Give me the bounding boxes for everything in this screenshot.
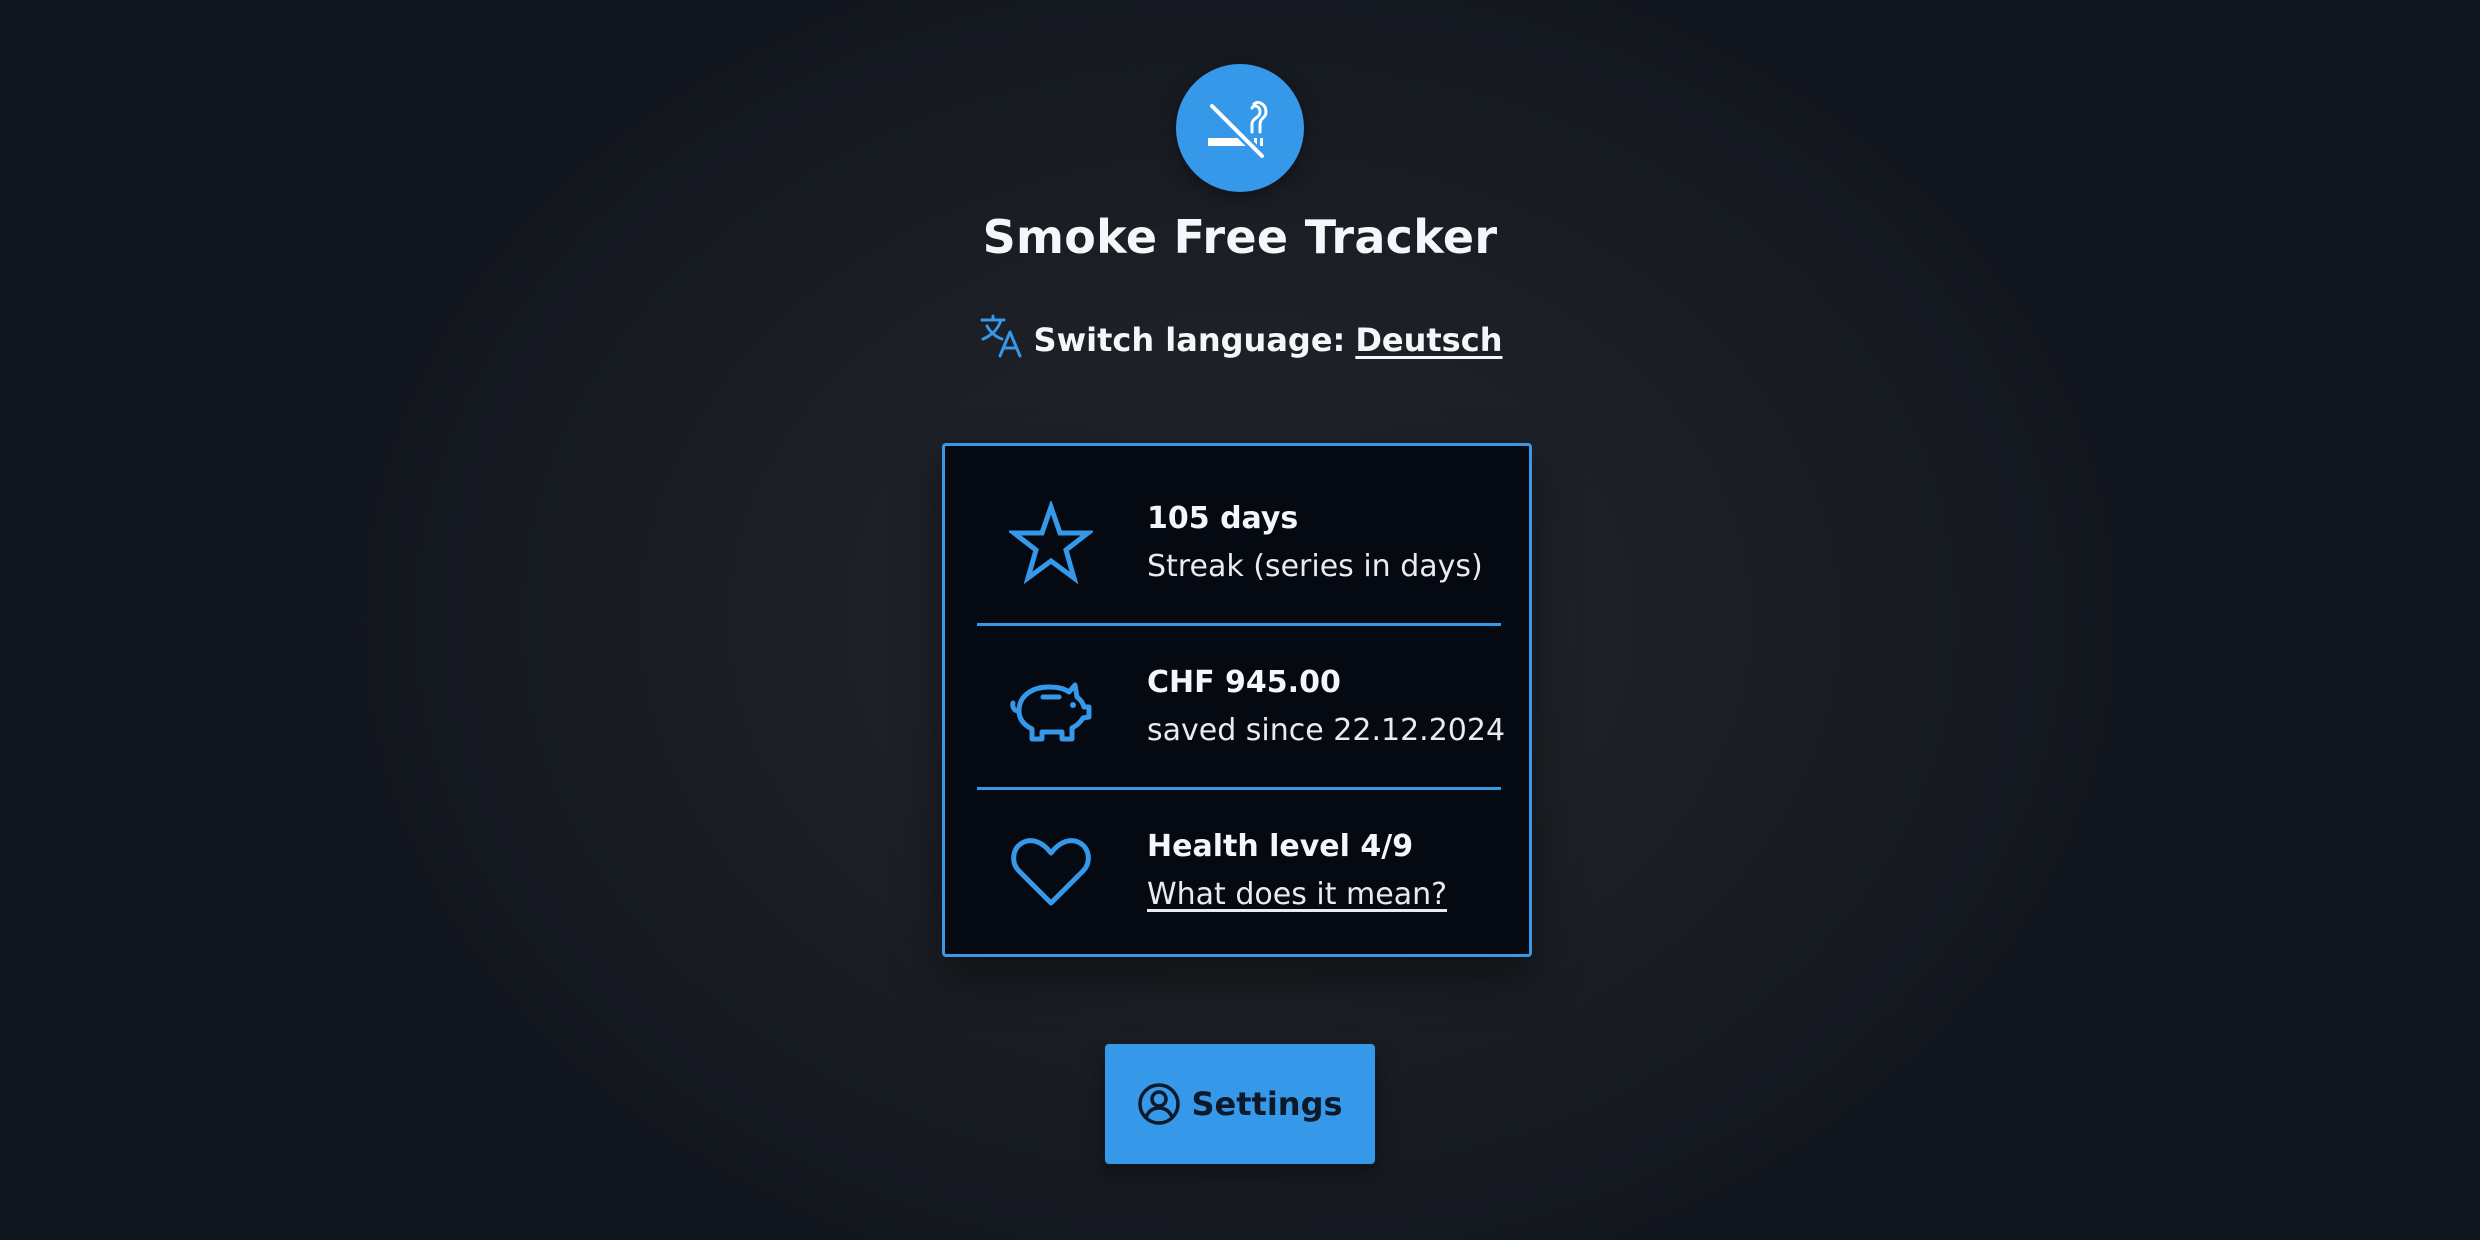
streak-label: Streak (series in days) bbox=[1147, 549, 1483, 584]
star-icon bbox=[1006, 499, 1096, 585]
health-value: Health level 4/9 bbox=[1147, 829, 1414, 864]
savings-label: saved since 22.12.2024 bbox=[1147, 713, 1506, 748]
stat-row-health: Health level 4/9 What does it mean? bbox=[977, 791, 1501, 951]
language-switcher: Switch language: Deutsch bbox=[0, 312, 2480, 368]
stat-row-streak: 105 days Streak (series in days) bbox=[977, 463, 1501, 623]
stats-card: 105 days Streak (series in days) CHF 945… bbox=[942, 443, 1532, 957]
heart-icon bbox=[1009, 829, 1093, 913]
language-prefix: Switch language: bbox=[1033, 321, 1346, 359]
app-logo bbox=[1176, 64, 1304, 192]
streak-value: 105 days bbox=[1147, 501, 1299, 536]
savings-value: CHF 945.00 bbox=[1147, 665, 1341, 700]
health-info-link[interactable]: What does it mean? bbox=[1147, 871, 1447, 919]
stat-text-streak: 105 days Streak (series in days) bbox=[1147, 495, 1483, 591]
settings-label: Settings bbox=[1191, 1085, 1343, 1123]
stat-text-health: Health level 4/9 What does it mean? bbox=[1147, 823, 1447, 919]
translate-icon bbox=[978, 312, 1024, 368]
stat-divider bbox=[977, 623, 1501, 626]
app-title: Smoke Free Tracker bbox=[982, 210, 1498, 264]
settings-button[interactable]: Settings bbox=[1105, 1044, 1375, 1164]
stat-row-savings: CHF 945.00 saved since 22.12.2024 bbox=[977, 627, 1505, 787]
piggy-bank-icon bbox=[1009, 665, 1093, 749]
stat-divider bbox=[977, 787, 1501, 790]
user-circle-icon bbox=[1137, 1082, 1181, 1126]
stat-text-savings: CHF 945.00 saved since 22.12.2024 bbox=[1147, 659, 1505, 755]
language-link-deutsch[interactable]: Deutsch bbox=[1355, 321, 1502, 359]
no-smoking-icon bbox=[1206, 100, 1268, 162]
